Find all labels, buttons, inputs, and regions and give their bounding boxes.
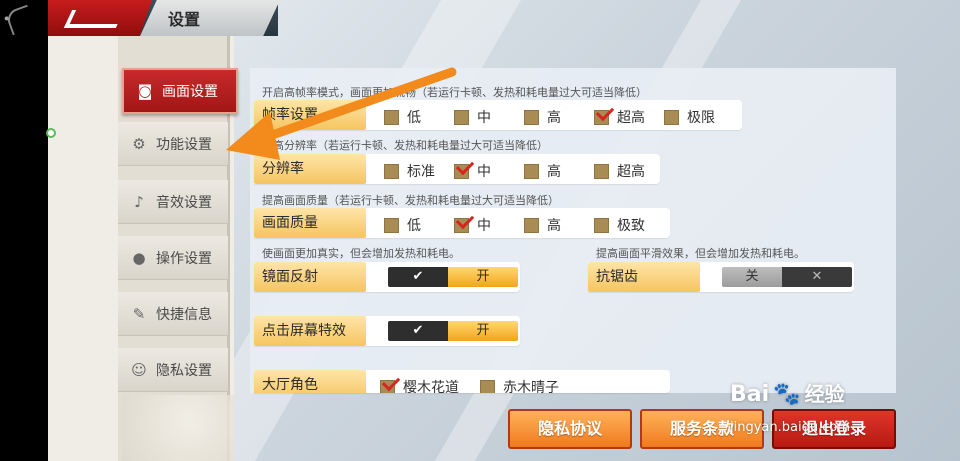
baidu-watermark: Bai 🐾 经验 bbox=[730, 378, 845, 407]
paw-icon: 🐾 bbox=[773, 382, 801, 407]
arrow-shaft bbox=[253, 67, 457, 145]
watermark-url: jingyan.baidu.com bbox=[730, 420, 850, 435]
arrow-head bbox=[226, 112, 280, 160]
settings-screen: 设置 ⚙ 功能设置 ♪ 音效设置 ● 操作设置 ✎ 快捷信息 ☺ 隐私设置 ◙ … bbox=[0, 0, 960, 461]
watermark-text: 经验 bbox=[804, 382, 845, 406]
watermark-logo: Bai bbox=[730, 382, 770, 407]
